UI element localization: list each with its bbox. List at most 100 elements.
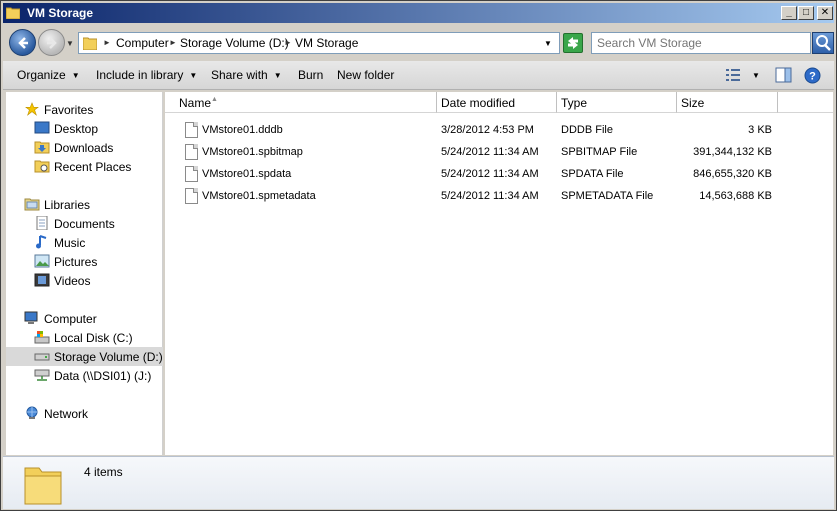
column-header-name[interactable]: Name ▲ xyxy=(165,92,437,113)
preview-pane-icon[interactable] xyxy=(775,67,792,83)
address-row: ▼ ► Computer ► Storage Volume (D:) ► VM … xyxy=(3,24,834,61)
nav-music[interactable]: Music xyxy=(6,233,163,252)
computer-icon xyxy=(24,311,38,324)
change-view-icon[interactable] xyxy=(725,67,741,83)
file-name: VMstore01.spbitmap xyxy=(202,146,303,158)
include-in-library-button[interactable]: Include in library ▼ xyxy=(96,68,197,82)
minimize-button[interactable]: _ xyxy=(781,6,797,20)
breadcrumb-vm-storage[interactable]: VM Storage xyxy=(295,36,358,50)
file-size: 391,344,132 KB xyxy=(693,146,772,158)
breadcrumb-separator-icon[interactable]: ► xyxy=(284,38,292,47)
nav-data-share[interactable]: Data (\\DSI01) (J:) xyxy=(6,366,163,385)
file-row[interactable]: VMstore01.dddb 3/28/2012 4:53 PM DDDB Fi… xyxy=(165,120,833,142)
breadcrumb-computer[interactable]: Computer xyxy=(116,36,169,50)
file-date: 5/24/2012 11:34 AM xyxy=(441,190,539,202)
breadcrumb-separator-icon[interactable]: ► xyxy=(169,38,177,47)
nav-network[interactable]: Network xyxy=(6,404,163,423)
nav-computer[interactable]: Computer xyxy=(6,309,163,328)
column-header-size[interactable]: Size xyxy=(677,92,778,113)
file-size: 14,563,688 KB xyxy=(699,190,772,202)
folder-icon xyxy=(83,37,97,50)
nav-downloads[interactable]: Downloads xyxy=(6,138,163,157)
maximize-button[interactable]: □ xyxy=(798,6,814,20)
help-icon[interactable]: ? xyxy=(804,67,821,84)
file-icon xyxy=(185,122,198,138)
file-type: SPMETADATA File xyxy=(561,190,654,202)
nav-pictures[interactable]: Pictures xyxy=(6,252,163,271)
nav-music-label: Music xyxy=(54,236,86,250)
search-button[interactable] xyxy=(812,32,834,54)
column-header-date-label: Date modified xyxy=(441,96,516,110)
chevron-down-icon: ▼ xyxy=(189,71,198,80)
nav-libraries-label: Libraries xyxy=(44,198,91,212)
nav-documents[interactable]: Documents xyxy=(6,214,163,233)
refresh-icon xyxy=(568,37,578,49)
column-header-date-modified[interactable]: Date modified xyxy=(437,92,557,113)
new-folder-button[interactable]: New folder xyxy=(337,68,394,82)
item-count: 4 items xyxy=(84,465,123,479)
file-size: 3 KB xyxy=(748,124,772,136)
forward-button[interactable] xyxy=(38,29,65,56)
search-box[interactable] xyxy=(591,32,811,54)
folder-icon xyxy=(6,7,20,19)
nav-storage-volume[interactable]: Storage Volume (D:) xyxy=(6,347,163,366)
file-type: SPBITMAP File xyxy=(561,146,638,158)
include-in-library-label: Include in library xyxy=(96,68,184,82)
search-input[interactable] xyxy=(597,34,807,52)
nav-favorites[interactable]: Favorites xyxy=(6,100,163,119)
network-icon xyxy=(26,406,38,419)
file-list: Name ▲ Date modified Type Size VMstore01… xyxy=(165,92,833,455)
svg-text:?: ? xyxy=(809,71,816,83)
address-history-dropdown-icon[interactable]: ▼ xyxy=(544,39,552,48)
network-drive-icon xyxy=(34,369,50,381)
back-arrow-icon xyxy=(18,37,28,49)
file-row[interactable]: VMstore01.spdata 5/24/2012 11:34 AM SPDA… xyxy=(165,164,833,186)
nav-pictures-label: Pictures xyxy=(54,255,98,269)
organize-button[interactable]: Organize ▼ xyxy=(17,68,80,82)
window-title: VM Storage xyxy=(27,6,94,20)
title-bar[interactable]: VM Storage _ □ ✕ xyxy=(3,3,834,23)
file-type: DDDB File xyxy=(561,124,613,136)
close-button[interactable]: ✕ xyxy=(817,6,833,20)
downloads-folder-icon xyxy=(34,141,50,154)
address-bar[interactable]: ► Computer ► Storage Volume (D:) ► VM St… xyxy=(78,32,560,54)
nav-computer-label: Computer xyxy=(44,312,97,326)
search-icon xyxy=(816,35,831,51)
share-with-button[interactable]: Share with ▼ xyxy=(211,68,282,82)
organize-label: Organize xyxy=(17,68,66,82)
videos-icon xyxy=(34,273,50,287)
breadcrumb-separator-icon[interactable]: ► xyxy=(103,38,111,47)
nav-recent-places-label: Recent Places xyxy=(54,160,132,174)
nav-desktop[interactable]: Desktop xyxy=(6,119,163,138)
nav-storage-volume-label: Storage Volume (D:) xyxy=(54,350,163,364)
drive-icon xyxy=(34,353,50,361)
column-header-filler xyxy=(778,92,833,113)
column-header-type[interactable]: Type xyxy=(557,92,677,113)
folder-icon xyxy=(24,467,62,505)
column-header-name-label: Name xyxy=(179,96,212,110)
nav-local-disk[interactable]: Local Disk (C:) xyxy=(6,328,163,347)
file-type: SPDATA File xyxy=(561,168,624,180)
nav-network-label: Network xyxy=(44,407,89,421)
breadcrumb-storage-volume[interactable]: Storage Volume (D:) xyxy=(180,36,289,50)
nav-videos[interactable]: Videos xyxy=(6,271,163,290)
nav-desktop-label: Desktop xyxy=(54,122,99,136)
libraries-icon xyxy=(24,198,40,211)
file-name: VMstore01.spmetadata xyxy=(202,190,316,202)
file-name: VMstore01.spdata xyxy=(202,168,292,180)
nav-recent-places[interactable]: Recent Places xyxy=(6,157,163,176)
file-icon xyxy=(185,144,198,160)
file-date: 5/24/2012 11:34 AM xyxy=(441,146,539,158)
file-row[interactable]: VMstore01.spbitmap 5/24/2012 11:34 AM SP… xyxy=(165,142,833,164)
refresh-button[interactable] xyxy=(563,33,583,53)
share-with-label: Share with xyxy=(211,68,268,82)
view-options-dropdown-icon[interactable]: ▼ xyxy=(752,71,760,80)
nav-libraries[interactable]: Libraries xyxy=(6,195,163,214)
column-header-size-label: Size xyxy=(681,96,705,110)
nav-videos-label: Videos xyxy=(54,274,91,288)
back-button[interactable] xyxy=(9,29,36,56)
recent-pages-dropdown-icon[interactable]: ▼ xyxy=(66,39,74,48)
desktop-icon xyxy=(34,121,50,134)
burn-button[interactable]: Burn xyxy=(298,68,323,82)
file-row[interactable]: VMstore01.spmetadata 5/24/2012 11:34 AM … xyxy=(165,186,833,208)
